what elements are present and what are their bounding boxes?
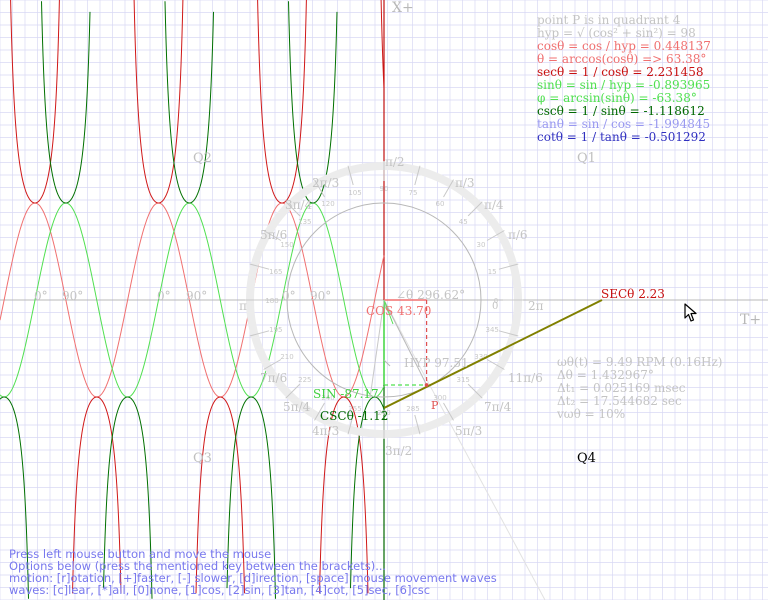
hyp-label: HYP 97.51 (404, 356, 469, 370)
quadrant-label-q1: Q1 (577, 151, 596, 166)
wave-marker-90: 90° (62, 289, 84, 303)
degree-tick-label: 135 (298, 218, 311, 226)
x-plus-label: X+ (392, 0, 414, 16)
radian-label: π/6 (508, 228, 528, 242)
quadrant-label-q2: Q2 (193, 151, 212, 166)
motion-vw: vωθ = 10% (557, 407, 626, 421)
wave-marker-90: 90° (310, 289, 332, 303)
quadrant-label-q3: Q3 (193, 451, 212, 466)
degree-tick-label: 225 (298, 376, 311, 384)
degree-tick-label: 105 (348, 189, 361, 197)
wave-marker-0: 0° (282, 289, 296, 303)
mouse-pointer-icon (684, 303, 697, 322)
radian-label: 11π/6 (508, 371, 543, 385)
degree-tick-label: 195 (269, 326, 282, 334)
degree-tick-label: 285 (406, 405, 419, 413)
angle-label: ∠θ 296.62° (396, 288, 466, 302)
degree-tick-label: 120 (321, 200, 334, 208)
radian-label: 3π/2 (385, 444, 413, 458)
radian-label: π/2 (385, 155, 405, 169)
radian-label: 5π/4 (283, 400, 311, 414)
help-text: Press left mouse button and move the mou… (9, 548, 497, 596)
degree-tick-label: 15 (488, 268, 497, 276)
degree-tick-label: 45 (459, 218, 468, 226)
degree-tick-label: 345 (485, 326, 498, 334)
quadrant-label-q4: Q4 (577, 451, 596, 466)
tan-mark (383, 359, 391, 367)
degree-tick-label: 60 (436, 200, 445, 208)
degree-tick-label: 210 (280, 353, 293, 361)
radian-label: 5π/6 (260, 228, 288, 242)
t-plus-label: T+ (740, 312, 762, 328)
radian-label: 4π/3 (312, 424, 340, 438)
readout-cot: cotθ = 1 / tanθ = -0.501292 (537, 130, 706, 144)
degree-tick-label: 90 (380, 185, 389, 193)
degree-tick-label: 30 (477, 241, 486, 249)
point-p (424, 383, 429, 387)
wave-marker-90: 90° (186, 289, 208, 303)
radian-label: π/3 (455, 176, 475, 190)
radian-label: 7π/4 (484, 400, 512, 414)
degree-tick-label: 150 (280, 241, 293, 249)
cos-label: COS 43.70 (366, 304, 432, 318)
help-line: waves: [c]lear, [*]all, [0]none, [1]cos,… (9, 583, 431, 597)
trig-canvas[interactable]: 0 15 30 45 60 75 90 105 120 135 150 165 180 195 210 225… (0, 0, 768, 601)
wave-marker-0: 0° (157, 289, 171, 303)
point-p-label: P (431, 399, 439, 412)
degree-tick-label: 165 (269, 268, 282, 276)
radian-label: 2π/3 (312, 176, 340, 190)
degree-tick-label: 180 (265, 297, 278, 305)
radian-label: 5π/3 (455, 424, 483, 438)
csc-label: CSCθ -1.12 (320, 409, 389, 423)
radian-label: 7π/6 (260, 371, 288, 385)
radian-label: 0 (492, 301, 499, 312)
degree-tick-label: 75 (409, 189, 418, 197)
radian-label: π/4 (484, 198, 504, 212)
radian-label: 2π (528, 299, 544, 313)
radian-label: 3π/4 (285, 198, 313, 212)
degree-tick-label: 315 (457, 376, 470, 384)
radian-label: π (239, 299, 247, 313)
wave-marker-0: 0° (34, 289, 48, 303)
sin-label: SIN -87.17 (313, 387, 379, 401)
sec-label: SECθ 2.23 (601, 287, 665, 301)
